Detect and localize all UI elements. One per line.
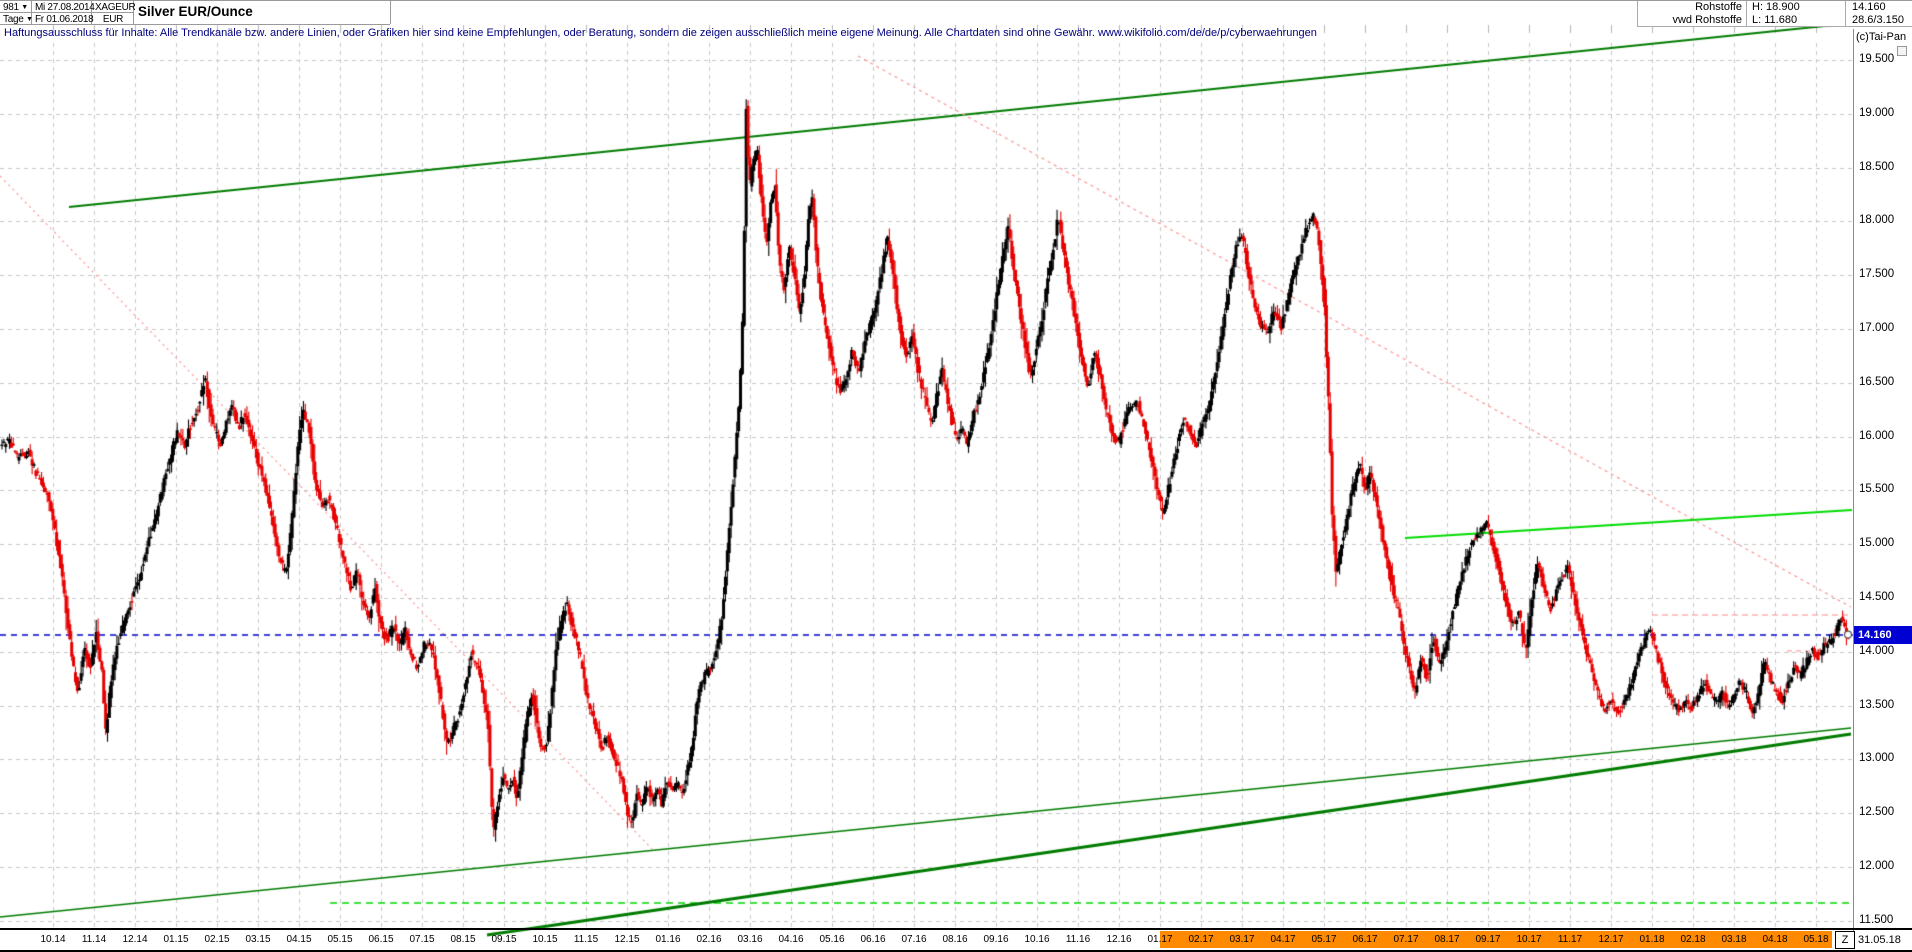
zoom-z-button[interactable]: Z	[1835, 931, 1855, 949]
x-tick-label: 08.17	[1434, 934, 1460, 945]
x-tick-label: 11.17	[1557, 934, 1583, 945]
x-tick-label: 09.15	[491, 934, 517, 945]
x-tick-label: 02.18	[1680, 934, 1706, 945]
y-tick-label: 14.000	[1859, 644, 1895, 657]
y-tick-label: 11.500	[1859, 913, 1894, 926]
feed-name: Rohstoffe	[1695, 1, 1742, 13]
last-date-label: 31.05.18	[1858, 934, 1901, 946]
x-tick-label: 10.17	[1516, 934, 1542, 945]
x-tick-label: 08.15	[450, 934, 476, 945]
x-tick-label: 03.15	[245, 934, 271, 945]
y-tick-label: 17.500	[1859, 268, 1895, 281]
x-tick-label: 03.16	[737, 934, 763, 945]
x-tick-label: 02.16	[696, 934, 722, 945]
x-tick-label: 05.16	[819, 934, 845, 945]
x-tick-label: 01.15	[163, 934, 189, 945]
y-axis-line	[1853, 29, 1854, 949]
y-tick-label: 14.500	[1859, 591, 1895, 603]
chevron-down-icon: ▼	[21, 4, 28, 11]
info-divider	[1845, 1, 1846, 27]
header-row-divider	[0, 12, 134, 13]
x-tick-label: 06.16	[860, 934, 886, 945]
x-tick-label: 05.17	[1311, 934, 1337, 945]
y-tick-label: 15.000	[1859, 537, 1895, 550]
perf-spread: 28.6/3.150	[1852, 14, 1904, 26]
y-tick-label: 18.500	[1859, 160, 1895, 173]
x-tick-label: 01.18	[1639, 934, 1665, 945]
x-tick-label: 06.17	[1352, 934, 1378, 945]
disclaimer-text: Haftungsausschluss für Inhalte: Alle Tre…	[4, 27, 1317, 39]
y-tick-label: 12.000	[1859, 860, 1895, 872]
y-tick-label: 12.500	[1859, 806, 1895, 819]
y-tick-label: 18.000	[1859, 214, 1895, 227]
y-tick-label: 13.000	[1859, 752, 1895, 765]
x-tick-label: 08.16	[942, 934, 968, 945]
x-tick-label: 11.14	[81, 934, 107, 945]
x-tick-label: 12.15	[614, 934, 640, 945]
x-axis-line	[0, 928, 1912, 930]
x-tick-label: 05.15	[327, 934, 353, 945]
header-bottom-border	[0, 24, 390, 25]
x-tick-label: 07.16	[901, 934, 927, 945]
x-tick-label: 07.15	[409, 934, 435, 945]
title-cell-border	[390, 1, 391, 24]
x-tick-label: 01.17	[1147, 934, 1173, 945]
feed-name-2: vwd Rohstoffe	[1672, 14, 1742, 26]
price-chart-canvas[interactable]	[0, 1, 1912, 952]
currency-cell: EUR	[92, 13, 134, 25]
page-title: Silver EUR/Ounce	[138, 4, 253, 19]
x-tick-label: 12.17	[1598, 934, 1624, 945]
x-tick-label: 12.16	[1106, 934, 1132, 945]
x-tick-label: 01.16	[655, 934, 681, 945]
x-tick-label: 10.15	[532, 934, 558, 945]
x-tick-label: 11.16	[1065, 934, 1091, 945]
date-end-field[interactable]: Fr 01.06.2018	[32, 13, 94, 25]
x-tick-label: 09.17	[1475, 934, 1501, 945]
y-tick-label: 17.000	[1859, 322, 1895, 334]
x-tick-label: 04.15	[286, 934, 312, 945]
x-tick-label: 05.18	[1803, 934, 1829, 945]
y-tick-label: 16.000	[1859, 429, 1895, 442]
collapse-icon[interactable]	[1897, 46, 1907, 56]
x-tick-label: 04.16	[778, 934, 804, 945]
copyright-label: (c)Tai-Pan	[1856, 31, 1907, 43]
taipan-chart-window: 981 ▼ Tage ▼ Mi 27.08.2014 Fr 01.06.2018…	[0, 0, 1912, 952]
y-tick-label: 19.500	[1859, 53, 1895, 65]
x-tick-label: 02.17	[1188, 934, 1214, 945]
x-tick-label: 11.15	[573, 934, 599, 945]
y-tick-label: 16.500	[1859, 375, 1895, 388]
x-tick-label: 04.17	[1270, 934, 1296, 945]
x-tick-label: 07.17	[1393, 934, 1419, 945]
y-tick-label: 19.000	[1859, 106, 1895, 119]
y-tick-label: 15.500	[1859, 483, 1895, 496]
x-tick-label: 03.18	[1721, 934, 1747, 945]
range-high: H: 18.900	[1752, 1, 1800, 13]
x-tick-label: 09.16	[983, 934, 1009, 945]
x-tick-label: 06.15	[368, 934, 394, 945]
y-tick-label: 13.500	[1859, 698, 1895, 711]
x-tick-label: 12.14	[122, 934, 148, 945]
x-tick-label: 10.16	[1024, 934, 1050, 945]
current-price-badge: 14.160	[1854, 626, 1912, 644]
info-divider	[1746, 1, 1747, 27]
x-tick-label: 10.14	[40, 934, 66, 945]
last-price: 14.160	[1852, 1, 1886, 13]
instrument-info-panel: Rohstoffe vwd Rohstoffe H: 18.900 L: 11.…	[1637, 1, 1912, 27]
period-dropdown[interactable]: Tage ▼	[0, 13, 33, 25]
x-tick-label: 02.15	[204, 934, 230, 945]
x-tick-label: 04.18	[1762, 934, 1788, 945]
range-low: L: 11.680	[1752, 14, 1798, 26]
x-tick-label: 03.17	[1229, 934, 1255, 945]
